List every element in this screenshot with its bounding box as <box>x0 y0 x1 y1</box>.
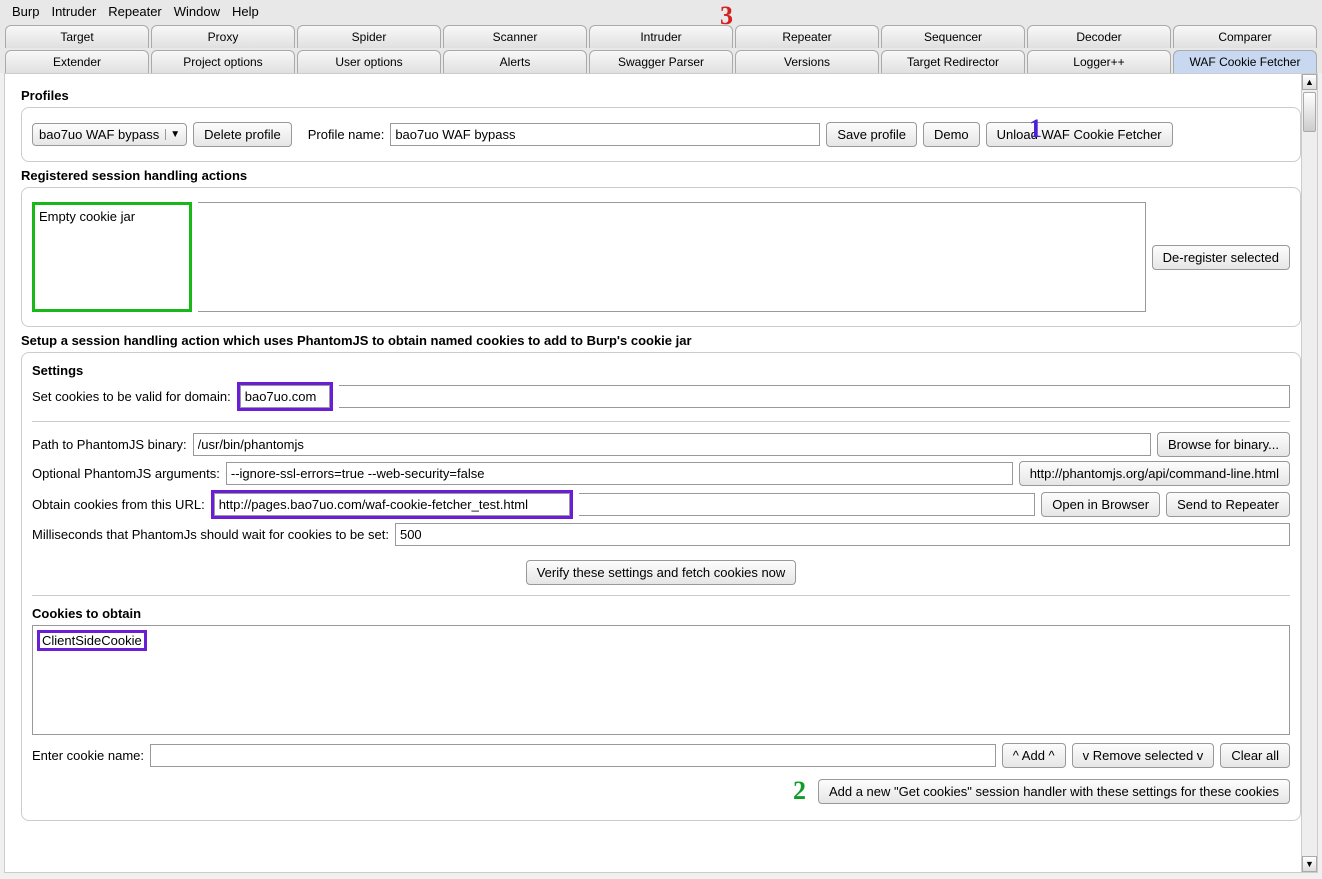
cookies-list[interactable]: ClientSideCookie <box>32 625 1290 735</box>
tab-proxy[interactable]: Proxy <box>151 25 295 48</box>
deregister-button[interactable]: De-register selected <box>1152 245 1290 270</box>
obtain-url-input-ext[interactable] <box>579 493 1036 516</box>
browse-binary-button[interactable]: Browse for binary... <box>1157 432 1290 457</box>
tab-repeater[interactable]: Repeater <box>735 25 879 48</box>
annotation-2: 2 <box>793 776 806 806</box>
profile-name-input[interactable] <box>390 123 820 146</box>
registered-actions-extra[interactable] <box>198 202 1146 312</box>
tabrow-bottom: Extender Project options User options Al… <box>0 48 1322 73</box>
menu-help[interactable]: Help <box>228 2 263 21</box>
annotation-1: 1 <box>1029 114 1042 144</box>
domain-input[interactable] <box>240 385 330 408</box>
ms-wait-input[interactable] <box>395 523 1290 546</box>
vertical-scrollbar[interactable]: ▲ ▼ <box>1301 74 1317 872</box>
remove-cookie-button[interactable]: v Remove selected v <box>1072 743 1215 768</box>
registered-title: Registered session handling actions <box>21 168 1301 183</box>
setup-title: Setup a session handling action which us… <box>21 333 1301 348</box>
tab-target[interactable]: Target <box>5 25 149 48</box>
domain-input-ext[interactable] <box>339 385 1290 408</box>
profile-select[interactable]: bao7uo WAF bypass ▼ <box>32 123 187 146</box>
profiles-panel: bao7uo WAF bypass ▼ Delete profile Profi… <box>21 107 1301 162</box>
tabrow-top: Target Proxy Spider Scanner Intruder Rep… <box>0 23 1322 48</box>
menu-intruder[interactable]: Intruder <box>47 2 100 21</box>
tab-versions[interactable]: Versions <box>735 50 879 73</box>
phantom-args-label: Optional PhantomJS arguments: <box>32 466 220 481</box>
profiles-title: Profiles <box>21 88 1301 103</box>
domain-label: Set cookies to be valid for domain: <box>32 389 231 404</box>
tab-target-redirector[interactable]: Target Redirector <box>881 50 1025 73</box>
tab-spider[interactable]: Spider <box>297 25 441 48</box>
unload-button[interactable]: Unload WAF Cookie Fetcher <box>986 122 1173 147</box>
tab-sequencer[interactable]: Sequencer <box>881 25 1025 48</box>
profile-name-label: Profile name: <box>308 127 385 142</box>
registered-actions-list[interactable]: Empty cookie jar <box>32 202 192 312</box>
tab-alerts[interactable]: Alerts <box>443 50 587 73</box>
phantom-args-help-button[interactable]: http://phantomjs.org/api/command-line.ht… <box>1019 461 1290 486</box>
obtain-url-input[interactable] <box>214 493 570 516</box>
ms-wait-label: Milliseconds that PhantomJs should wait … <box>32 527 389 542</box>
scroll-thumb[interactable] <box>1303 92 1316 132</box>
menu-window[interactable]: Window <box>170 2 224 21</box>
tab-scanner[interactable]: Scanner <box>443 25 587 48</box>
clear-cookies-button[interactable]: Clear all <box>1220 743 1290 768</box>
delete-profile-button[interactable]: Delete profile <box>193 122 292 147</box>
scroll-up-icon[interactable]: ▲ <box>1302 74 1317 90</box>
add-session-handler-button[interactable]: Add a new "Get cookies" session handler … <box>818 779 1290 804</box>
cookies-title: Cookies to obtain <box>32 606 1290 621</box>
tab-waf-cookie-fetcher[interactable]: WAF Cookie Fetcher <box>1173 50 1317 73</box>
list-item[interactable]: ClientSideCookie <box>37 630 147 651</box>
menu-burp[interactable]: Burp <box>8 2 43 21</box>
tab-extender[interactable]: Extender <box>5 50 149 73</box>
tab-swagger-parser[interactable]: Swagger Parser <box>589 50 733 73</box>
obtain-url-label: Obtain cookies from this URL: <box>32 497 205 512</box>
menubar: Burp Intruder Repeater Window Help <box>0 0 1322 23</box>
open-in-browser-button[interactable]: Open in Browser <box>1041 492 1160 517</box>
send-to-repeater-button[interactable]: Send to Repeater <box>1166 492 1290 517</box>
tab-decoder[interactable]: Decoder <box>1027 25 1171 48</box>
phantom-args-input[interactable] <box>226 462 1013 485</box>
save-profile-button[interactable]: Save profile <box>826 122 917 147</box>
cookie-name-label: Enter cookie name: <box>32 748 144 763</box>
chevron-down-icon: ▼ <box>165 129 180 140</box>
profile-select-value: bao7uo WAF bypass <box>39 127 159 142</box>
scroll-down-icon[interactable]: ▼ <box>1302 856 1317 872</box>
phantom-path-label: Path to PhantomJS binary: <box>32 437 187 452</box>
settings-panel: Settings Set cookies to be valid for dom… <box>21 352 1301 821</box>
menu-repeater[interactable]: Repeater <box>104 2 165 21</box>
tab-project-options[interactable]: Project options <box>151 50 295 73</box>
tab-intruder[interactable]: Intruder <box>589 25 733 48</box>
demo-button[interactable]: Demo <box>923 122 980 147</box>
cookie-name-input[interactable] <box>150 744 996 767</box>
main-content: 1 Profiles bao7uo WAF bypass ▼ Delete pr… <box>4 73 1318 873</box>
registered-panel: Empty cookie jar De-register selected <box>21 187 1301 327</box>
settings-heading: Settings <box>32 363 1290 378</box>
tab-user-options[interactable]: User options <box>297 50 441 73</box>
tab-loggerpp[interactable]: Logger++ <box>1027 50 1171 73</box>
add-cookie-button[interactable]: ^ Add ^ <box>1002 743 1066 768</box>
verify-fetch-button[interactable]: Verify these settings and fetch cookies … <box>526 560 797 585</box>
annotation-3: 3 <box>720 1 733 31</box>
phantom-path-input[interactable] <box>193 433 1151 456</box>
tab-comparer[interactable]: Comparer <box>1173 25 1317 48</box>
list-item[interactable]: Empty cookie jar <box>39 209 185 224</box>
